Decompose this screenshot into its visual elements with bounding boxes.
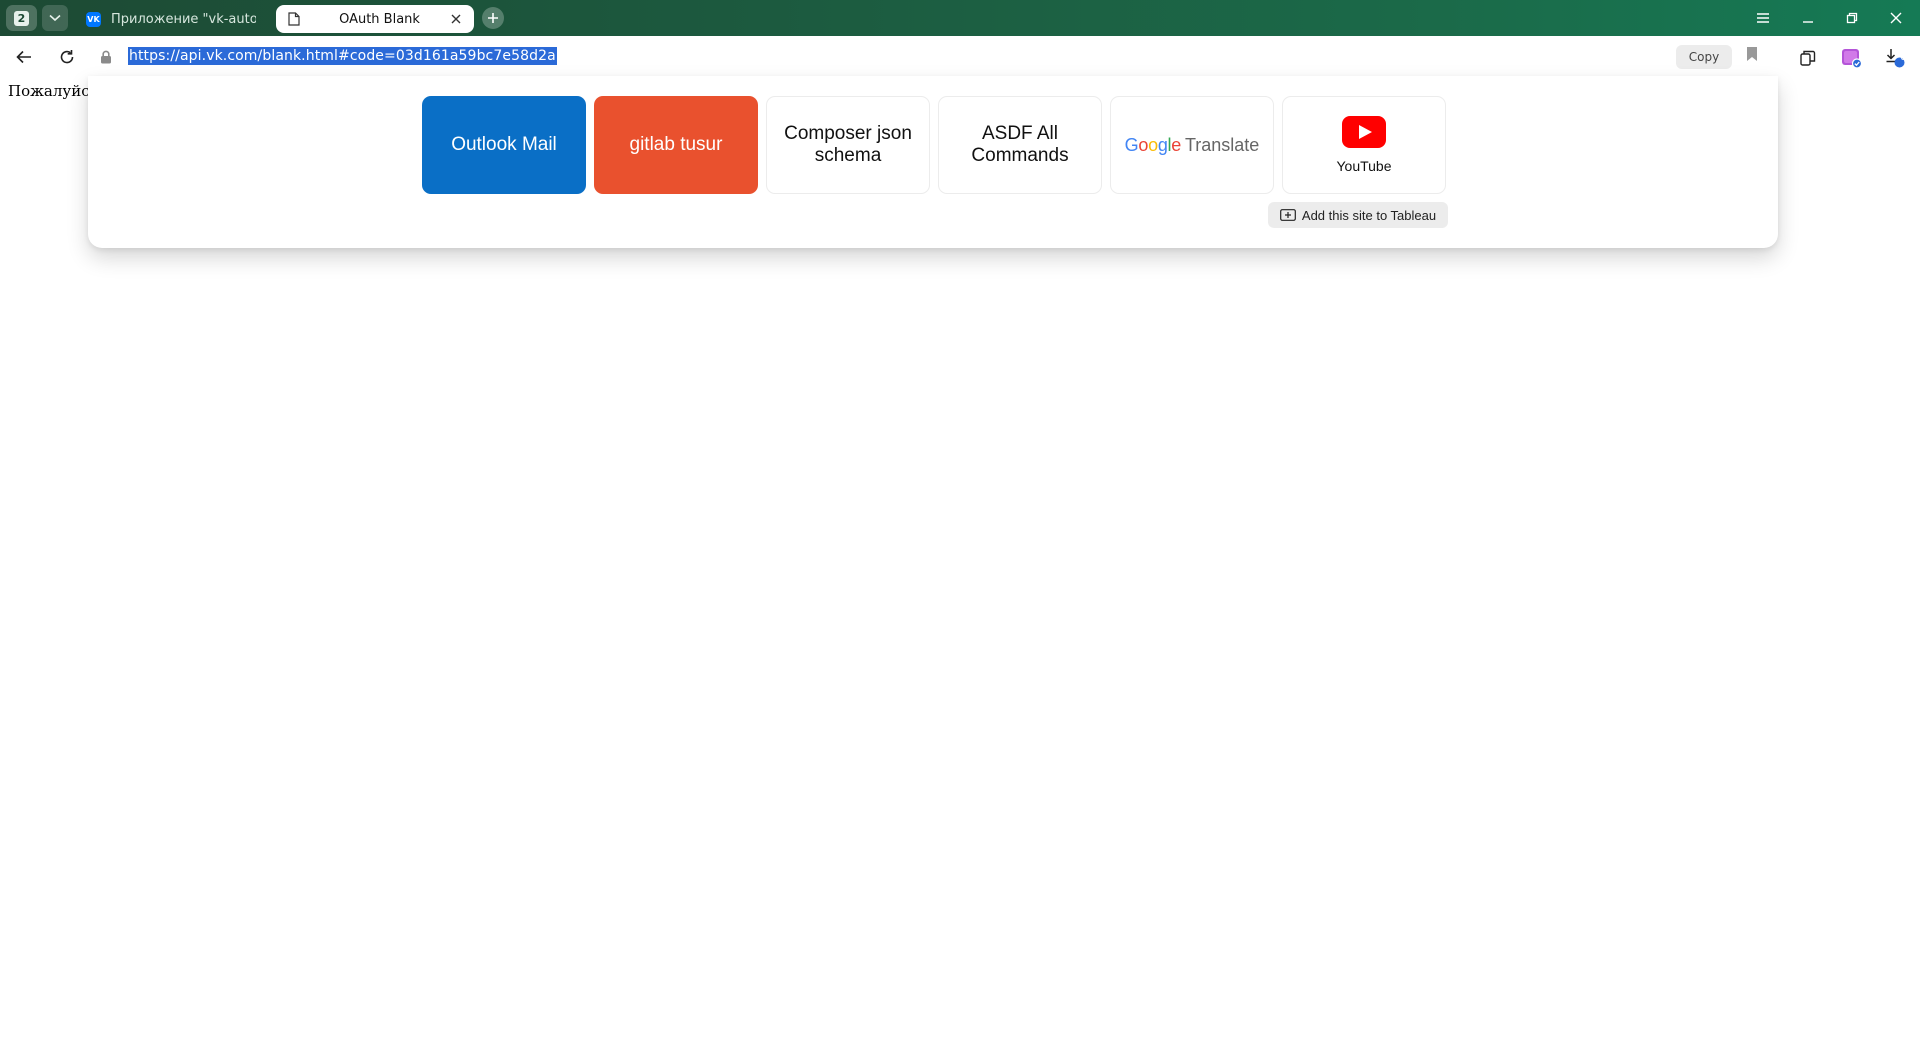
add-square-icon (1280, 209, 1296, 221)
address-toolbar: https://api.vk.com/blank.html#code=03d16… (0, 36, 1920, 76)
chevron-down-icon (49, 14, 61, 22)
profile-button[interactable] (1839, 45, 1865, 71)
tile-label: Translate (1184, 134, 1260, 155)
url-text[interactable]: https://api.vk.com/blank.html#code=03d16… (128, 47, 557, 65)
bookmark-icon[interactable] (1746, 46, 1758, 66)
restore-button[interactable] (1839, 6, 1865, 30)
google-logo: Google (1124, 134, 1182, 155)
tab-title: Приложение "vk-autopos (111, 11, 256, 27)
address-bar[interactable]: https://api.vk.com/blank.html#code=03d16… (92, 40, 1778, 72)
new-tab-button[interactable] (482, 7, 504, 29)
page-icon (286, 12, 301, 27)
tableau-tile-composer[interactable]: Composer json schema (766, 96, 930, 194)
lock-icon (100, 49, 112, 68)
tableau-tile-youtube[interactable]: YouTube (1282, 96, 1446, 194)
title-bar: 2 VK Приложение "vk-autopos OAuth Blank (0, 0, 1920, 36)
tab-count: 2 (14, 10, 29, 26)
menu-button[interactable] (1750, 6, 1776, 30)
tab-vk-app[interactable]: VK Приложение "vk-autopos (76, 5, 266, 33)
tableau-dropdown: Outlook Mail gitlab tusur Composer json … (88, 76, 1778, 248)
tile-label: Outlook Mail (451, 134, 557, 155)
tab-title: OAuth Blank (339, 11, 420, 27)
hamburger-icon (1757, 13, 1769, 23)
close-tab-icon[interactable] (448, 11, 464, 27)
reload-icon (60, 50, 74, 64)
restore-icon (1846, 12, 1858, 24)
tile-label: gitlab tusur (629, 134, 723, 155)
close-window-button[interactable] (1883, 6, 1909, 30)
collections-button[interactable] (1795, 45, 1821, 71)
plus-icon (488, 13, 498, 23)
tab-oauth-blank[interactable]: OAuth Blank (276, 5, 474, 33)
youtube-icon (1342, 116, 1386, 148)
tableau-tile-asdf[interactable]: ASDF All Commands (938, 96, 1102, 194)
collections-icon (1800, 50, 1816, 66)
vk-icon: VK (86, 11, 101, 27)
tableau-tile-google-translate[interactable]: Google Translate (1110, 96, 1274, 194)
copy-url-button[interactable]: Copy (1676, 45, 1732, 69)
tab-count-button[interactable]: 2 (6, 5, 37, 31)
avatar-icon (1842, 49, 1863, 69)
tableau-tile-outlook[interactable]: Outlook Mail (422, 96, 586, 194)
minimize-button[interactable] (1795, 6, 1821, 30)
tabs-menu-button[interactable] (42, 5, 68, 31)
tile-label: ASDF All Commands (971, 123, 1069, 166)
downloads-button[interactable]: 0 (1882, 45, 1908, 71)
add-site-label: Add this site to Tableau (1301, 207, 1437, 223)
downloads-badge: 0 (1900, 53, 1906, 62)
minimize-icon (1803, 21, 1813, 23)
back-button[interactable] (11, 44, 37, 70)
tile-label: YouTube (1336, 158, 1392, 174)
close-icon (1890, 12, 1902, 24)
add-site-to-tableau-button[interactable]: Add this site to Tableau (1268, 202, 1448, 228)
tile-label: Composer json schema (784, 123, 912, 166)
reload-button[interactable] (54, 44, 80, 70)
arrow-left-icon (16, 50, 31, 64)
tableau-tile-gitlab[interactable]: gitlab tusur (594, 96, 758, 194)
